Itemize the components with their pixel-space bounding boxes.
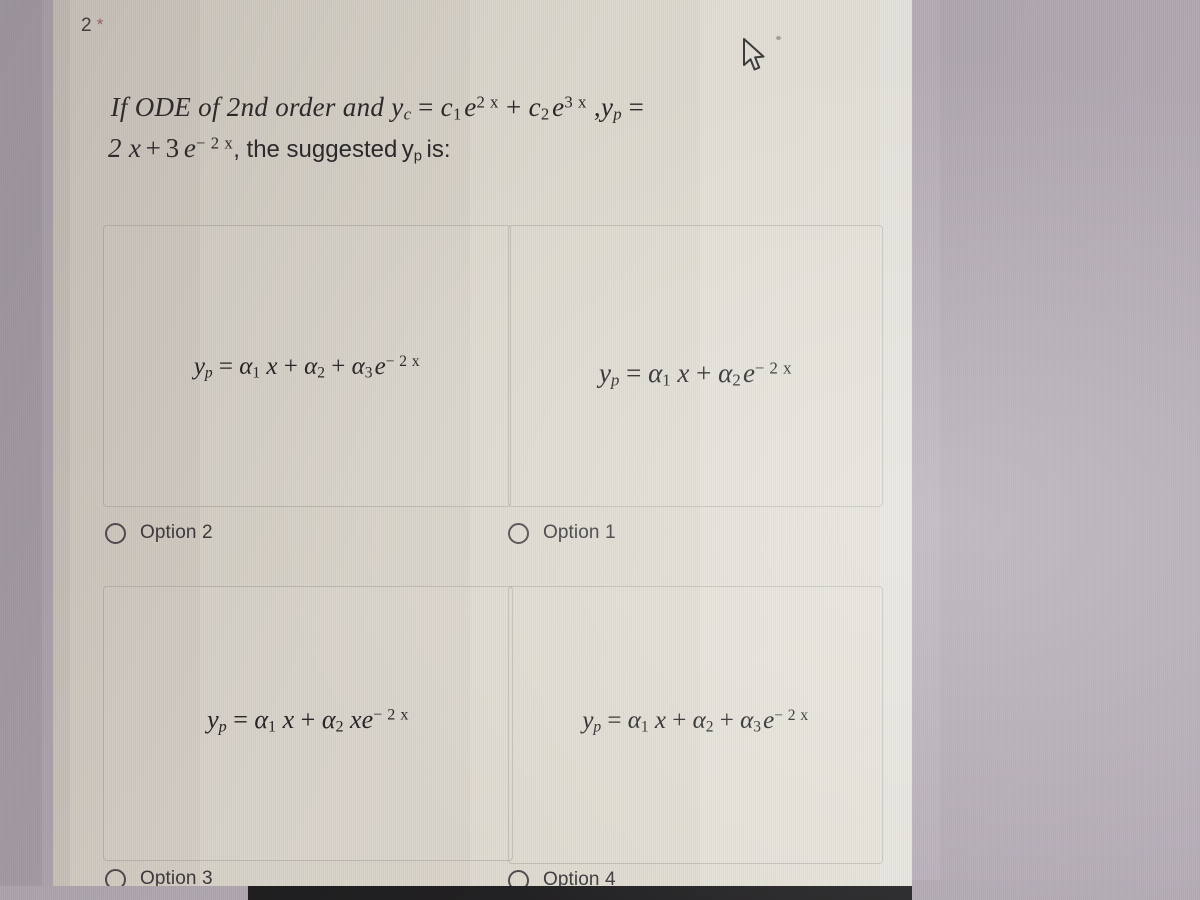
option-formula-c: yp = α1 x + α2 xe− 2 x xyxy=(104,705,512,737)
option-formula-b: yp = α1 x + α2 e− 2 x xyxy=(509,358,882,391)
mouse-pointer-icon xyxy=(743,38,765,71)
formula-term-3-exp: e− 2 x xyxy=(374,353,421,381)
device-bezel-right xyxy=(912,880,1200,900)
formula-lhs: yp xyxy=(193,353,213,382)
option-image-card-c[interactable]: yp = α1 x + α2 xe− 2 x xyxy=(103,586,513,861)
formula-term-2-exp: e− 2 x xyxy=(742,358,792,388)
formula-term-1-x: x xyxy=(677,358,690,388)
formula-term-1: α1 xyxy=(254,705,277,736)
formula-equals: = xyxy=(233,705,248,734)
option-label-a: Option 2 xyxy=(140,522,213,543)
e1-term: e2 x xyxy=(464,92,499,122)
yp-term-2: yp xyxy=(401,135,423,164)
formula-equals: = xyxy=(626,358,642,388)
option-image-card-d[interactable]: yp = α1 x + α2 + α3 e− 2 x xyxy=(508,586,883,864)
formula-term-2: α2 xyxy=(321,705,344,736)
option-label-b: Option 1 xyxy=(543,522,616,543)
question-intro: If ODE of 2nd order and xyxy=(110,92,385,122)
formula-op-1: + xyxy=(283,353,298,381)
formula-term-2: α2 xyxy=(692,707,714,736)
comma-1: , xyxy=(593,92,601,122)
formula-lhs: yp xyxy=(582,707,602,736)
question-number-row: 2 * xyxy=(81,15,103,37)
question-line-2: 2 x + 3 e− 2 x, the suggested yp is: xyxy=(108,133,938,164)
question-line-1: If ODE of 2nd order and yc = c1 e2 x + c… xyxy=(108,92,938,125)
formula-term-1: α1 xyxy=(627,707,649,736)
formula-term-1: α1 xyxy=(648,358,671,390)
equals-sign-1: = xyxy=(418,92,434,122)
option-formula-a: yp = α1 x + α2 + α3 e− 2 x xyxy=(104,353,510,382)
formula-term-1-x: x xyxy=(266,353,278,381)
formula-term-3: α3 xyxy=(740,707,761,736)
formula-term-2: α2 xyxy=(304,353,325,382)
option-image-card-b[interactable]: yp = α1 x + α2 e− 2 x xyxy=(508,225,883,507)
formula-op-2: + xyxy=(331,353,346,381)
formula-term-1-x: x xyxy=(282,705,295,734)
required-marker: * xyxy=(96,15,104,34)
formula-lhs: yp xyxy=(207,705,227,736)
yp-term-1: yp xyxy=(600,92,622,124)
question-number: 2 xyxy=(81,15,92,36)
formula-op-1: + xyxy=(696,358,712,388)
rhs-exp-term: e− 2 x xyxy=(183,132,234,163)
formula-term-1: α1 xyxy=(239,353,261,382)
question-text: If ODE of 2nd order and yc = c1 e2 x + c… xyxy=(108,92,938,172)
e2-term: e3 x xyxy=(552,92,587,122)
formula-op-2: + xyxy=(719,707,734,735)
formula-term-3-exp: e− 2 x xyxy=(763,707,809,735)
option-radio-row-a[interactable]: Option 2 xyxy=(105,522,213,544)
formula-lhs: yp xyxy=(599,358,620,390)
question-tail-2: is: xyxy=(426,135,451,163)
option-image-card-a[interactable]: yp = α1 x + α2 + α3 e− 2 x xyxy=(103,225,511,507)
cursor-speck xyxy=(776,36,781,40)
device-bezel-left xyxy=(0,886,248,900)
formula-term-1-x: x xyxy=(654,707,667,735)
formula-equals: = xyxy=(218,353,234,381)
question-tail-1: , the suggested xyxy=(233,135,398,163)
c2-term: c2 xyxy=(528,92,550,124)
rhs-2x: 2 x xyxy=(108,132,142,163)
quiz-screen: 2 * If ODE of 2nd order and yc = c1 e2 x… xyxy=(53,0,912,891)
formula-op-1: + xyxy=(300,705,316,734)
c1-term: c1 xyxy=(440,92,462,124)
formula-term-2-x: x xyxy=(350,705,362,734)
formula-term-2: α2 xyxy=(718,358,741,390)
radio-unselected-icon[interactable] xyxy=(508,522,529,544)
formula-term-2-exp: e− 2 x xyxy=(361,705,409,734)
rhs-coeff-3: 3 xyxy=(165,132,180,163)
plus-sign-1: + xyxy=(505,92,522,122)
plus-sign-2: + xyxy=(145,132,162,163)
photographed-screen: 2 * If ODE of 2nd order and yc = c1 e2 x… xyxy=(0,0,1200,900)
radio-unselected-icon[interactable] xyxy=(105,522,126,544)
option-formula-d: yp = α1 x + α2 + α3 e− 2 x xyxy=(509,707,882,736)
formula-term-3: α3 xyxy=(351,353,373,382)
option-radio-row-b[interactable]: Option 1 xyxy=(508,522,616,544)
device-bottom-bar xyxy=(248,886,912,900)
yc-term: yc xyxy=(391,92,411,124)
formula-equals: = xyxy=(607,707,622,735)
formula-op-1: + xyxy=(672,707,687,735)
equals-sign-2: = xyxy=(628,92,645,122)
